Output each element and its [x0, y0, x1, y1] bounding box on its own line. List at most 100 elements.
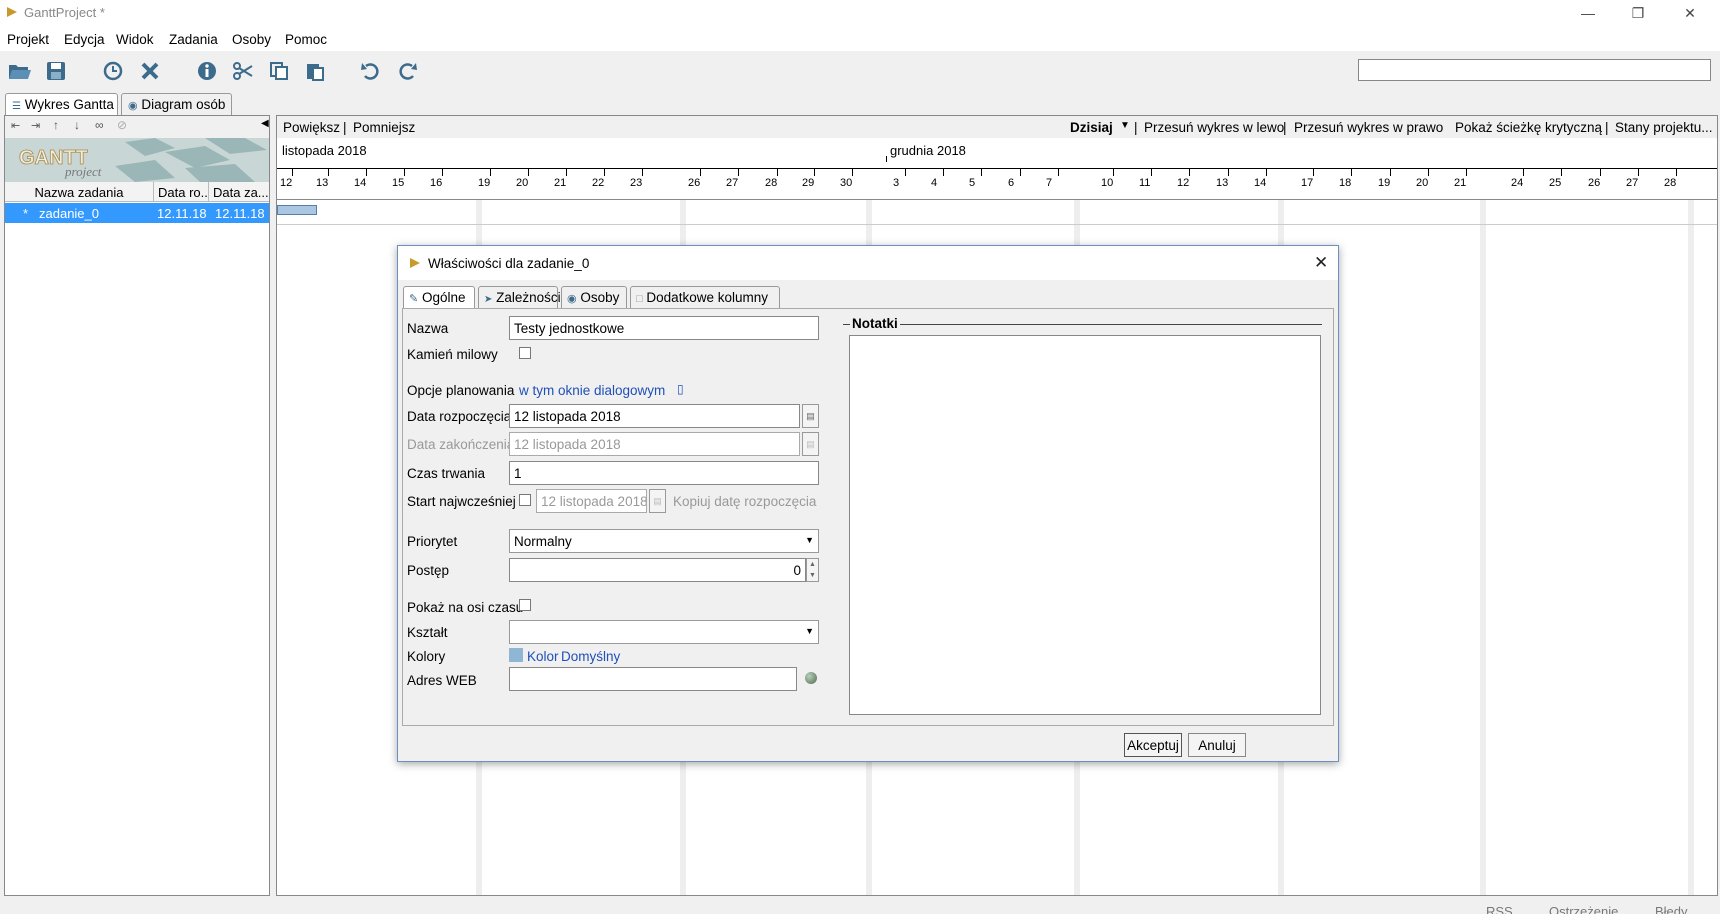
- day-tick: [1228, 168, 1229, 176]
- cut-icon[interactable]: [230, 59, 256, 83]
- color-swatch[interactable]: [509, 648, 523, 662]
- delete-icon[interactable]: [137, 59, 163, 83]
- day-label: 6: [1008, 177, 1015, 189]
- search-input[interactable]: [1358, 59, 1711, 81]
- chevron-down-icon: ▼: [805, 535, 814, 545]
- globe-icon[interactable]: [805, 672, 817, 684]
- tab-dependencies[interactable]: ➤ Zależności: [478, 286, 561, 308]
- color-link[interactable]: Kolor: [527, 649, 559, 664]
- redo-icon[interactable]: [394, 59, 420, 83]
- open-icon[interactable]: [7, 59, 33, 83]
- accept-button[interactable]: Akceptuj: [1124, 733, 1182, 757]
- warnings-link[interactable]: Ostrzeżenie: [1549, 904, 1618, 914]
- day-label: 29: [802, 177, 815, 189]
- menu-zadania[interactable]: Zadania: [169, 32, 218, 47]
- menu-pomoc[interactable]: Pomoc: [285, 32, 327, 47]
- close-window-icon[interactable]: ✕: [1665, 0, 1715, 26]
- menu-edycja[interactable]: Edycja: [64, 32, 105, 47]
- tree-toolbar: ⇤ ⇥ ↑ ↓ ∞ ⊘ ◀: [5, 116, 269, 138]
- task-name: zadanie_0: [39, 206, 99, 221]
- save-icon[interactable]: [43, 59, 69, 83]
- menu-projekt[interactable]: Projekt: [7, 32, 49, 47]
- column-end-date[interactable]: Data za...: [209, 182, 269, 202]
- name-field[interactable]: Testy jednostkowe: [509, 316, 819, 340]
- properties-icon[interactable]: [194, 59, 220, 83]
- today-button[interactable]: Dzisiaj: [1070, 120, 1113, 135]
- resources-tab-icon: ◉: [567, 293, 577, 305]
- show-timeline-checkbox[interactable]: [519, 599, 531, 611]
- dialog-close-icon[interactable]: ✕: [1314, 253, 1328, 273]
- start-date-calendar-icon[interactable]: ▤: [802, 404, 819, 428]
- notes-divider: [843, 324, 1322, 325]
- indent-icon[interactable]: ⇥: [31, 119, 40, 132]
- link-icon[interactable]: ∞: [95, 118, 104, 132]
- month-label: listopada 2018: [282, 143, 367, 158]
- day-label: 20: [1416, 177, 1429, 189]
- task-properties-dialog: Właściwości dla zadanie_0 ✕ ✎ Ogólne ➤ Z…: [397, 245, 1339, 762]
- copy-icon[interactable]: [266, 59, 292, 83]
- shape-select[interactable]: ▼: [509, 620, 819, 644]
- restore-icon[interactable]: ❐: [1613, 0, 1663, 26]
- menu-osoby[interactable]: Osoby: [232, 32, 271, 47]
- column-start-date[interactable]: Data ro...: [154, 182, 209, 202]
- tab-resource-chart[interactable]: ◉ Diagram osób: [121, 93, 232, 115]
- column-task-name[interactable]: Nazwa zadania: [5, 182, 154, 202]
- day-label: 25: [1549, 177, 1562, 189]
- day-tick: [1466, 168, 1467, 176]
- default-color-link[interactable]: Domyślny: [561, 649, 620, 664]
- notes-textarea[interactable]: [849, 335, 1321, 715]
- scroll-left-link[interactable]: Przesuń wykres w lewo: [1144, 120, 1284, 135]
- move-down-icon[interactable]: ↓: [74, 118, 80, 132]
- zoom-in-link[interactable]: Powiększ: [283, 120, 340, 135]
- priority-select[interactable]: Normalny ▼: [509, 529, 819, 553]
- zoom-out-link[interactable]: Pomniejsz: [353, 120, 415, 135]
- milestone-checkbox[interactable]: [519, 347, 531, 359]
- scheduling-link-icon[interactable]: ▯: [677, 382, 684, 396]
- scheduling-link[interactable]: w tym oknie dialogowym: [519, 383, 665, 398]
- undo-icon[interactable]: [358, 59, 384, 83]
- unlink-icon[interactable]: ⊘: [117, 118, 127, 132]
- earliest-start-label: Start najwcześniej: [407, 494, 516, 509]
- day-label: 28: [765, 177, 778, 189]
- status-bar: RSS Ostrzeżenie Błędy: [0, 898, 1720, 914]
- tab-custom-columns[interactable]: □ Dodatkowe kolumny: [630, 286, 780, 308]
- tab-general[interactable]: ✎ Ogólne: [403, 286, 475, 308]
- duration-field[interactable]: 1: [509, 461, 819, 485]
- cancel-button[interactable]: Anuluj: [1188, 733, 1246, 757]
- task-end: 12.11.18: [215, 206, 265, 221]
- task-bar[interactable]: [277, 205, 317, 215]
- baselines-link[interactable]: Stany projektu...: [1615, 120, 1713, 135]
- separator: |: [343, 120, 347, 135]
- day-label: 14: [1254, 177, 1267, 189]
- columns-tab-icon: □: [636, 293, 643, 305]
- svg-text:project: project: [64, 164, 102, 179]
- tab-resources[interactable]: ◉ Osoby: [561, 286, 627, 308]
- progress-field[interactable]: 0: [509, 558, 806, 582]
- timeline-days: 12 13 14 15 16 19 20 21 22 23 26 27 28 29 30 3 4 5 6 7 10 11 1…: [277, 162, 1717, 200]
- day-tick: [292, 168, 293, 176]
- web-field[interactable]: [509, 667, 797, 691]
- minimize-icon[interactable]: —: [1563, 0, 1613, 26]
- tab-gantt-chart[interactable]: ☰ Wykres Gantta: [5, 93, 118, 115]
- scroll-right-link[interactable]: Przesuń wykres w prawo: [1294, 120, 1443, 135]
- paste-icon[interactable]: [302, 59, 328, 83]
- tab-resources-label: Osoby: [580, 290, 620, 305]
- earliest-start-checkbox[interactable]: [519, 494, 531, 506]
- table-row[interactable]: * zadanie_0 12.11.18 12.11.18: [5, 203, 269, 223]
- day-label: 12: [280, 177, 293, 189]
- earliest-start-calendar-icon: ▤: [649, 489, 666, 513]
- start-date-field[interactable]: 12 listopada 2018: [509, 404, 800, 428]
- move-up-icon[interactable]: ↑: [53, 118, 59, 132]
- rss-link[interactable]: RSS: [1486, 904, 1513, 914]
- earliest-start-field: 12 listopada 2018: [536, 489, 647, 513]
- today-dropdown-icon[interactable]: ▼: [1120, 120, 1130, 131]
- outdent-icon[interactable]: ⇤: [11, 119, 20, 132]
- errors-link[interactable]: Błędy: [1655, 904, 1688, 914]
- progress-spinner[interactable]: ▲ ▼: [806, 558, 819, 582]
- general-tab-icon: ✎: [409, 293, 419, 305]
- critical-path-link[interactable]: Pokaż ścieżkę krytyczną: [1455, 120, 1602, 135]
- history-icon[interactable]: [100, 59, 126, 83]
- menu-widok[interactable]: Widok: [116, 32, 154, 47]
- collapse-arrow-icon[interactable]: ◀: [261, 118, 269, 129]
- notes-label: Notatki: [850, 316, 900, 331]
